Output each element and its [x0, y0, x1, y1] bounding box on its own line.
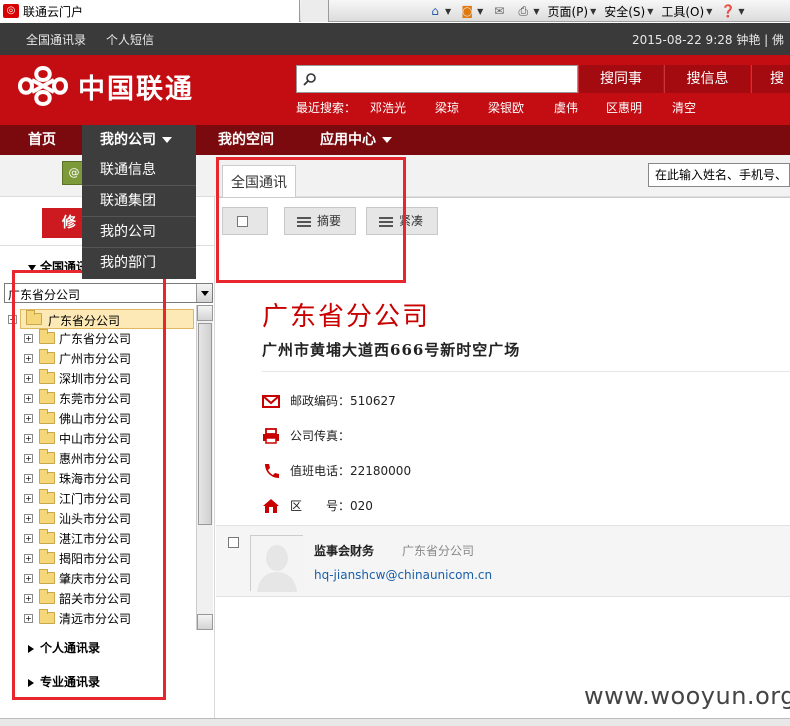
browser-tab-title: 联通云门户 — [23, 4, 84, 19]
highlight-box-tabs — [216, 157, 406, 283]
horizontal-scrollbar — [0, 718, 790, 726]
top-utility-bar: 全国通讯录 个人短信 2015-08-22 9:28 钟艳 | 佛 — [0, 23, 790, 55]
duty-phone-row: 值班电话：22180000 — [262, 462, 411, 479]
avatar[interactable] — [250, 535, 304, 592]
help-button[interactable]: ❓ ▼ — [717, 1, 747, 21]
new-tab-button[interactable] — [301, 0, 329, 22]
nav-my-company[interactable]: 我的公司 — [82, 125, 196, 155]
main-nav: 首页 我的公司 我的空间 应用中心 — [0, 125, 790, 155]
nav-app-center[interactable]: 应用中心 — [320, 125, 392, 155]
mail-button[interactable]: ✉ — [488, 1, 510, 21]
contact-name[interactable]: 监事会财务 — [314, 542, 374, 559]
postal-code-row: 邮政编码：510627 — [262, 392, 396, 409]
browser-toolbar: ◎ 联通云门户 ⌂ ▼ ◙ ▼ ✉ ⎙ ▼ 页面(P) ▼ 安全(S) ▼ 工具(O) ▼ … — [0, 0, 790, 22]
mail-icon: ✉ — [494, 4, 505, 18]
safety-menu[interactable]: 安全(S) ▼ — [601, 1, 656, 21]
recent-keyword[interactable]: 区惠明 — [606, 99, 642, 116]
unicom-knot-icon — [17, 65, 69, 107]
browser-tab[interactable]: ◎ 联通云门户 — [0, 0, 300, 22]
contact-card: 监事会财务 广东省分公司 hq-jianshcw@chinaunicom.cn — [216, 525, 790, 597]
mail-icon — [262, 394, 280, 408]
browser-command-bar: ⌂ ▼ ◙ ▼ ✉ ⎙ ▼ 页面(P) ▼ 安全(S) ▼ 工具(O) ▼ ❓ ▼ — [424, 0, 748, 22]
my-company-dropdown: 联通信息 联通集团 我的公司 我的部门 — [82, 155, 196, 279]
home-button[interactable]: ⌂ ▼ — [424, 1, 454, 21]
recent-keyword[interactable]: 梁银欧 — [488, 99, 524, 116]
recent-keyword[interactable]: 梁琼 — [435, 99, 459, 116]
contact-checkbox[interactable] — [228, 537, 239, 548]
contact-org: 广东省分公司 — [402, 544, 475, 558]
chevron-down-icon[interactable] — [196, 284, 212, 302]
nav-home[interactable]: 首页 — [28, 125, 56, 155]
recent-searches: 最近搜索： — [296, 99, 376, 116]
search-colleague-button[interactable]: 搜同事 — [578, 65, 663, 93]
rss-icon: ◙ — [461, 4, 473, 18]
clear-recent-link[interactable]: 清空 — [672, 99, 696, 116]
safety-menu-label: 安全(S) — [604, 4, 646, 19]
tools-menu[interactable]: 工具(O) ▼ — [658, 1, 715, 21]
submenu-my-company[interactable]: 我的公司 — [82, 217, 196, 248]
column-divider — [214, 197, 215, 726]
phone-icon — [265, 463, 279, 478]
submenu-my-department[interactable]: 我的部门 — [82, 248, 196, 279]
scroll-thumb[interactable] — [198, 323, 212, 525]
feeds-button[interactable]: ◙ ▼ — [456, 1, 486, 21]
china-unicom-logo[interactable]: 中国联通 — [12, 62, 194, 110]
scroll-up-arrow[interactable] — [197, 305, 213, 321]
print-icon: ⎙ — [518, 4, 529, 18]
watermark-text: www.wooyun.org — [584, 682, 790, 710]
quick-search-input[interactable]: 在此输入姓名、手机号、 — [648, 163, 790, 187]
help-icon: ❓ — [720, 4, 736, 18]
print-button[interactable]: ⎙ ▼ — [512, 1, 542, 21]
home-icon — [263, 498, 279, 513]
contact-email[interactable]: hq-jianshcw@chinaunicom.cn — [314, 568, 492, 582]
chevron-down-icon — [162, 137, 172, 143]
recent-searches-label: 最近搜索： — [296, 101, 357, 115]
company-title: 广东省分公司 — [262, 302, 431, 332]
page-menu[interactable]: 页面(P) ▼ — [544, 1, 599, 21]
tree-scrollbar[interactable] — [196, 305, 213, 630]
scroll-down-arrow[interactable] — [197, 614, 213, 630]
default-avatar-icon — [251, 536, 304, 592]
page-menu-label: 页面(P) — [547, 4, 589, 19]
recent-keyword[interactable]: 虞伟 — [554, 99, 578, 116]
fax-icon — [263, 427, 279, 444]
unicom-favicon-icon: ◎ — [3, 4, 19, 18]
logo-text: 中国联通 — [78, 73, 194, 105]
site-header: 中国联通 搜同事 搜信息 搜 最近搜索： 邓浩光 梁琼 梁银欧 虞伟 区惠明 清… — [0, 55, 790, 125]
content-divider — [262, 371, 790, 372]
highlight-box-tree — [12, 270, 166, 700]
global-search-box — [296, 65, 578, 93]
fax-row: 公司传真： — [262, 427, 350, 444]
home-icon: ⌂ — [431, 4, 439, 18]
recent-keyword[interactable]: 邓浩光 — [370, 99, 406, 116]
global-search-input[interactable] — [321, 68, 571, 90]
area-code-row: 区 号：020 — [262, 497, 373, 514]
national-directory-link[interactable]: 全国通讯录 — [26, 31, 86, 48]
nav-my-space[interactable]: 我的空间 — [218, 125, 274, 155]
submenu-unicom-info[interactable]: 联通信息 — [82, 155, 196, 186]
company-address: 广州市黄埔大道西666号新时空广场 — [262, 341, 521, 359]
search-more-button[interactable]: 搜 — [751, 65, 790, 93]
search-icon — [303, 73, 316, 86]
tools-menu-label: 工具(O) — [661, 4, 705, 19]
search-info-button[interactable]: 搜信息 — [664, 65, 750, 93]
datetime-user: 2015-08-22 9:28 钟艳 | 佛 — [632, 33, 784, 47]
submenu-unicom-group[interactable]: 联通集团 — [82, 186, 196, 217]
personal-sms-link[interactable]: 个人短信 — [106, 31, 154, 48]
chevron-down-icon — [382, 137, 392, 143]
